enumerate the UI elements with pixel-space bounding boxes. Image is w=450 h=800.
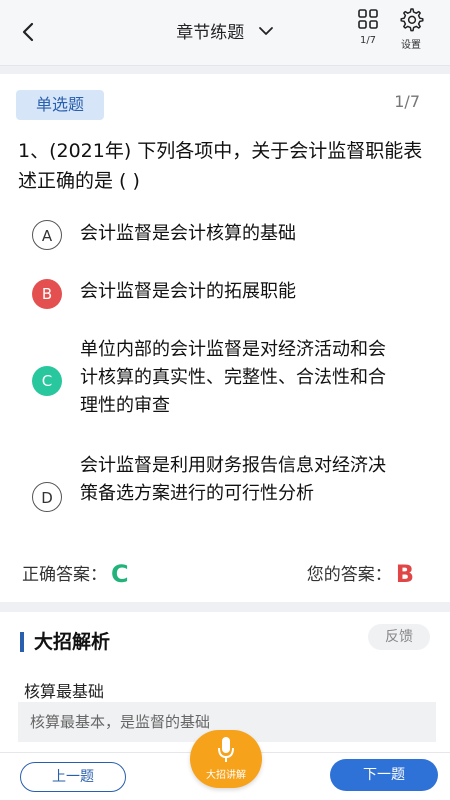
settings-label: 设置 [401,40,421,51]
settings-button[interactable]: 设置 [395,6,427,51]
gear-icon [400,8,424,32]
analysis-subtitle: 核算最基础 [24,682,105,701]
option-text: 单位内部的会计监督是对经济活动和会计核算的真实性、完整性、合法性和合理性的审查 [80,339,386,416]
option-d[interactable]: D 会计监督是利用财务报告信息对经济决策备选方案进行的可行性分析 [32,452,432,542]
page-title: 章节练题 [176,23,245,43]
answer-row: 正确答案： C 您的答案： B [22,556,422,588]
option-letter: C [32,366,62,396]
correct-answer-value: C [111,560,129,588]
microphone-icon [218,737,234,762]
option-letter: B [32,279,62,309]
question-text: 1、(2021年) 下列各项中，关于会计监督职能表述正确的是 ( ) [18,140,423,192]
top-bar: 章节练题 1/7 设置 [0,0,450,66]
option-letter: A [32,220,62,250]
feedback-button[interactable]: 反馈 [368,624,430,650]
prev-question-button[interactable]: 上一题 [20,762,126,792]
question-card: 单选题 1/7 1、(2021年) 下列各项中，关于会计监督职能表述正确的是 (… [0,74,450,602]
chevron-down-icon [258,23,274,44]
next-question-button[interactable]: 下一题 [330,759,438,791]
your-answer: 您的答案： B [307,560,414,588]
analysis-title: 大招解析 [20,632,110,652]
page-indicator: 1/7 [359,35,377,46]
option-text: 会计监督是利用财务报告信息对经济决策备选方案进行的可行性分析 [80,455,386,504]
your-answer-label: 您的答案： [306,565,392,585]
option-b[interactable]: B 会计监督是会计的拓展职能 [32,278,432,309]
grid-icon [358,9,378,29]
option-letter: D [32,482,62,512]
mic-explain-button[interactable]: 大招讲解 [190,730,262,788]
question-type-badge: 单选题 [16,90,104,120]
option-a[interactable]: A 会计监督是会计核算的基础 [32,220,432,250]
option-text: 会计监督是会计的拓展职能 [80,281,296,302]
correct-answer-label: 正确答案： [22,565,107,585]
correct-answer: 正确答案： C [22,560,129,588]
option-text: 会计监督是会计核算的基础 [80,223,296,244]
mic-label: 大招讲解 [206,770,246,781]
option-c[interactable]: C 单位内部的会计监督是对经济活动和会计核算的真实性、完整性、合法性和合理性的审… [32,336,432,426]
your-answer-value: B [395,560,414,588]
question-grid-button[interactable]: 1/7 [353,8,383,46]
question-counter: 1/7 [394,92,420,111]
